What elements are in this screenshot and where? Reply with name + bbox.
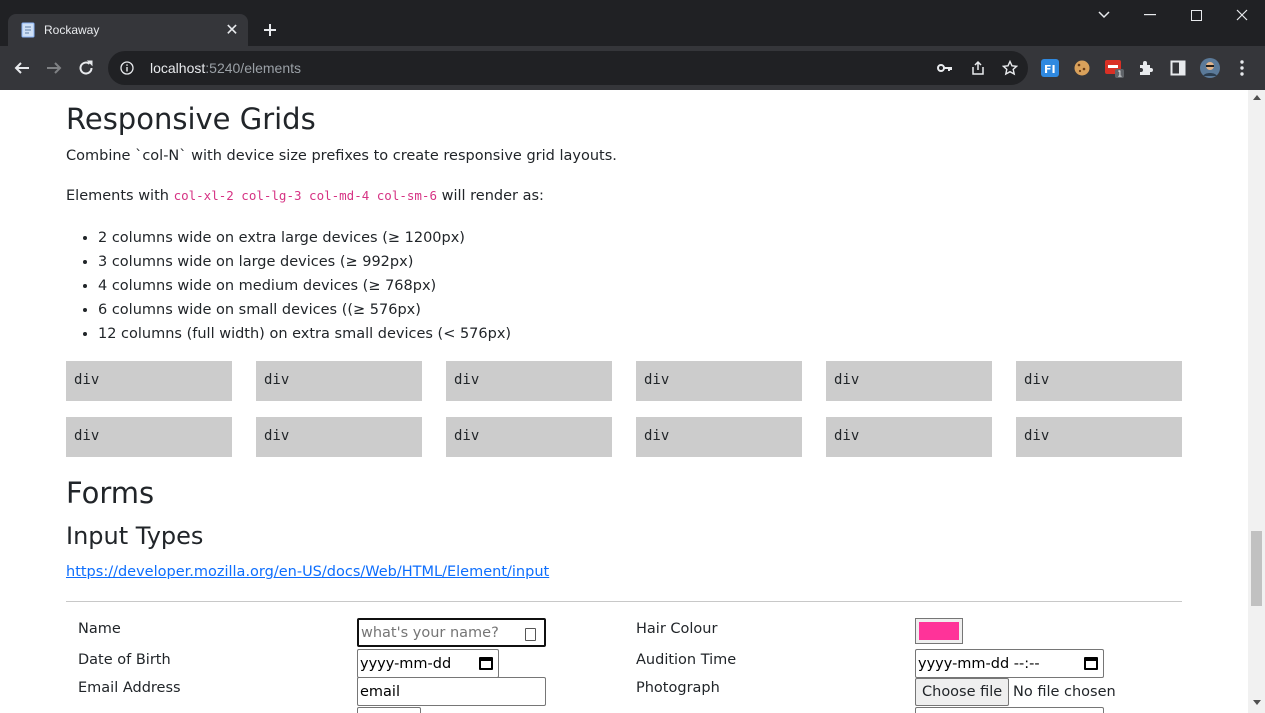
forms-heading: Forms: [66, 476, 155, 510]
page-scrollbar[interactable]: [1248, 90, 1265, 713]
page-favicon-icon: [20, 22, 36, 38]
photograph-label: Photograph: [636, 680, 720, 696]
list-item: 12 columns (full width) on extra small d…: [98, 324, 511, 348]
list-item: 2 columns wide on extra large devices (≥…: [98, 228, 511, 252]
name-label: Name: [78, 621, 121, 637]
name-input[interactable]: what's your name?: [357, 618, 546, 647]
grid-cell: div: [446, 361, 612, 401]
calendar-icon[interactable]: [1084, 657, 1098, 670]
audition-datetime-input[interactable]: yyyy-mm-dd --:--: [915, 649, 1104, 678]
col-classes-code: col-xl-2 col-lg-3 col-md-4 col-sm-6: [173, 188, 437, 203]
dob-date-input[interactable]: yyyy-mm-dd: [357, 649, 499, 678]
grid-cell: div: [826, 361, 992, 401]
page-viewport: Responsive Grids Combine `col-N` with de…: [0, 90, 1265, 713]
scrollbar-thumb[interactable]: [1251, 531, 1262, 606]
grid-demo-row: div div div div div div: [66, 417, 1182, 457]
share-icon[interactable]: [969, 59, 987, 77]
responsive-intro: Combine `col-N` with device size prefixe…: [66, 148, 617, 164]
tab-close-icon[interactable]: ✕: [222, 20, 242, 40]
grid-cell: div: [256, 361, 422, 401]
hair-colour-label: Hair Colour: [636, 621, 718, 637]
list-item: 4 columns wide on medium devices (≥ 768p…: [98, 276, 511, 300]
grid-cell: div: [1016, 361, 1182, 401]
site-info-icon[interactable]: [118, 59, 136, 77]
calendar-icon[interactable]: [479, 657, 493, 670]
grid-cell: div: [826, 417, 992, 457]
grid-cell: div: [66, 361, 232, 401]
menu-kebab-icon[interactable]: [1232, 58, 1252, 78]
tab-title: Rockaway: [44, 23, 100, 37]
grid-cell: div: [636, 417, 802, 457]
browser-tab[interactable]: Rockaway ✕: [8, 14, 248, 46]
mdn-input-link[interactable]: https://developer.mozilla.org/en-US/docs…: [66, 564, 549, 580]
maximize-icon[interactable]: [1173, 0, 1219, 30]
hair-colour-picker[interactable]: [915, 618, 963, 644]
hair-colour-swatch: [919, 622, 959, 640]
elements-sentence: Elements with col-xl-2 col-lg-3 col-md-4…: [66, 188, 544, 204]
email-label: Email Address: [78, 680, 181, 696]
svg-text:FI: FI: [1044, 63, 1056, 76]
cookie-extension-icon[interactable]: [1072, 58, 1092, 78]
input-types-heading: Input Types: [66, 522, 204, 550]
choose-file-button[interactable]: Choose file: [915, 678, 1010, 706]
bookmark-star-icon[interactable]: [1001, 59, 1019, 77]
back-icon[interactable]: [8, 54, 36, 82]
url-text: localhost:5240/elements: [150, 60, 301, 76]
tab-search-icon[interactable]: [1081, 0, 1127, 30]
grid-cell: div: [1016, 417, 1182, 457]
extensions-puzzle-icon[interactable]: [1136, 58, 1156, 78]
email-input[interactable]: email: [357, 677, 546, 706]
list-item: 3 columns wide on large devices (≥ 992px…: [98, 252, 511, 276]
responsive-grids-heading: Responsive Grids: [66, 102, 316, 136]
grid-cell: div: [636, 361, 802, 401]
autofill-contact-icon: [525, 628, 536, 641]
scroll-up-arrow-icon[interactable]: [1253, 95, 1261, 100]
profile-avatar[interactable]: [1200, 58, 1220, 78]
password-key-icon[interactable]: [936, 59, 954, 77]
svg-text:1: 1: [1117, 70, 1122, 79]
next-input-partial[interactable]: [915, 707, 1104, 713]
next-input-partial[interactable]: [357, 707, 421, 713]
audition-time-label: Audition Time: [636, 652, 737, 668]
red-extension-icon[interactable]: 1: [1104, 58, 1124, 78]
new-tab-icon[interactable]: [258, 18, 282, 42]
breakpoint-list: 2 columns wide on extra large devices (≥…: [98, 228, 511, 348]
list-item: 6 columns wide on small devices ((≥ 576p…: [98, 300, 511, 324]
dob-label: Date of Birth: [78, 652, 171, 668]
divider: [66, 601, 1182, 602]
side-panel-icon[interactable]: [1168, 58, 1188, 78]
grid-cell: div: [66, 417, 232, 457]
close-window-icon[interactable]: [1219, 0, 1265, 30]
minimize-icon[interactable]: [1127, 0, 1173, 30]
extension-fi-icon[interactable]: FI: [1040, 58, 1060, 78]
file-status-text: No file chosen: [1013, 684, 1116, 700]
tab-strip: Rockaway ✕: [0, 0, 1265, 46]
grid-cell: div: [256, 417, 422, 457]
scroll-down-arrow-icon[interactable]: [1253, 700, 1261, 705]
address-bar[interactable]: localhost:5240/elements: [108, 51, 1028, 85]
grid-demo-row: div div div div div div: [66, 361, 1182, 401]
grid-cell: div: [446, 417, 612, 457]
reload-icon[interactable]: [72, 54, 100, 82]
forward-icon[interactable]: [40, 54, 68, 82]
